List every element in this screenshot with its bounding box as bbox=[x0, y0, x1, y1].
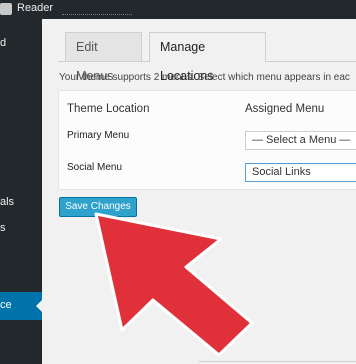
admin-bar: Reader bbox=[0, 0, 356, 19]
tab-manage-locations[interactable]: Manage Locations bbox=[149, 32, 266, 83]
social-menu-select[interactable]: Social Links bbox=[245, 163, 356, 182]
sidebar-item-active[interactable]: ce bbox=[0, 292, 43, 320]
admin-sidebar: d als s ce bbox=[0, 19, 43, 364]
reader-link[interactable]: Reader bbox=[17, 2, 53, 14]
wordpress-logo-icon[interactable] bbox=[0, 3, 12, 15]
sidebar-item-settings-partial[interactable]: s bbox=[0, 222, 6, 234]
active-indicator-arrow bbox=[36, 299, 43, 313]
primary-menu-select[interactable]: — Select a Menu — bbox=[245, 131, 356, 150]
admin-bar-divider bbox=[62, 14, 132, 15]
column-header-assigned-menu: Assigned Menu bbox=[245, 103, 325, 115]
tab-edit-menus[interactable]: Edit Menus bbox=[65, 32, 142, 83]
save-changes-button[interactable]: Save Changes bbox=[59, 197, 137, 217]
cursor-arrow-shape bbox=[94, 212, 254, 357]
sidebar-item-dashboard[interactable]: d bbox=[0, 37, 6, 49]
sidebar-item-appearance-partial[interactable]: als bbox=[0, 196, 14, 208]
sidebar-item-active-label: ce bbox=[0, 299, 12, 311]
primary-menu-label: Primary Menu bbox=[67, 130, 130, 141]
social-menu-label: Social Menu bbox=[67, 162, 123, 173]
menus-info-text: Your theme supports 2 menus. Select whic… bbox=[59, 72, 350, 83]
footer-divider bbox=[199, 361, 356, 362]
column-header-theme-location: Theme Location bbox=[67, 103, 150, 115]
